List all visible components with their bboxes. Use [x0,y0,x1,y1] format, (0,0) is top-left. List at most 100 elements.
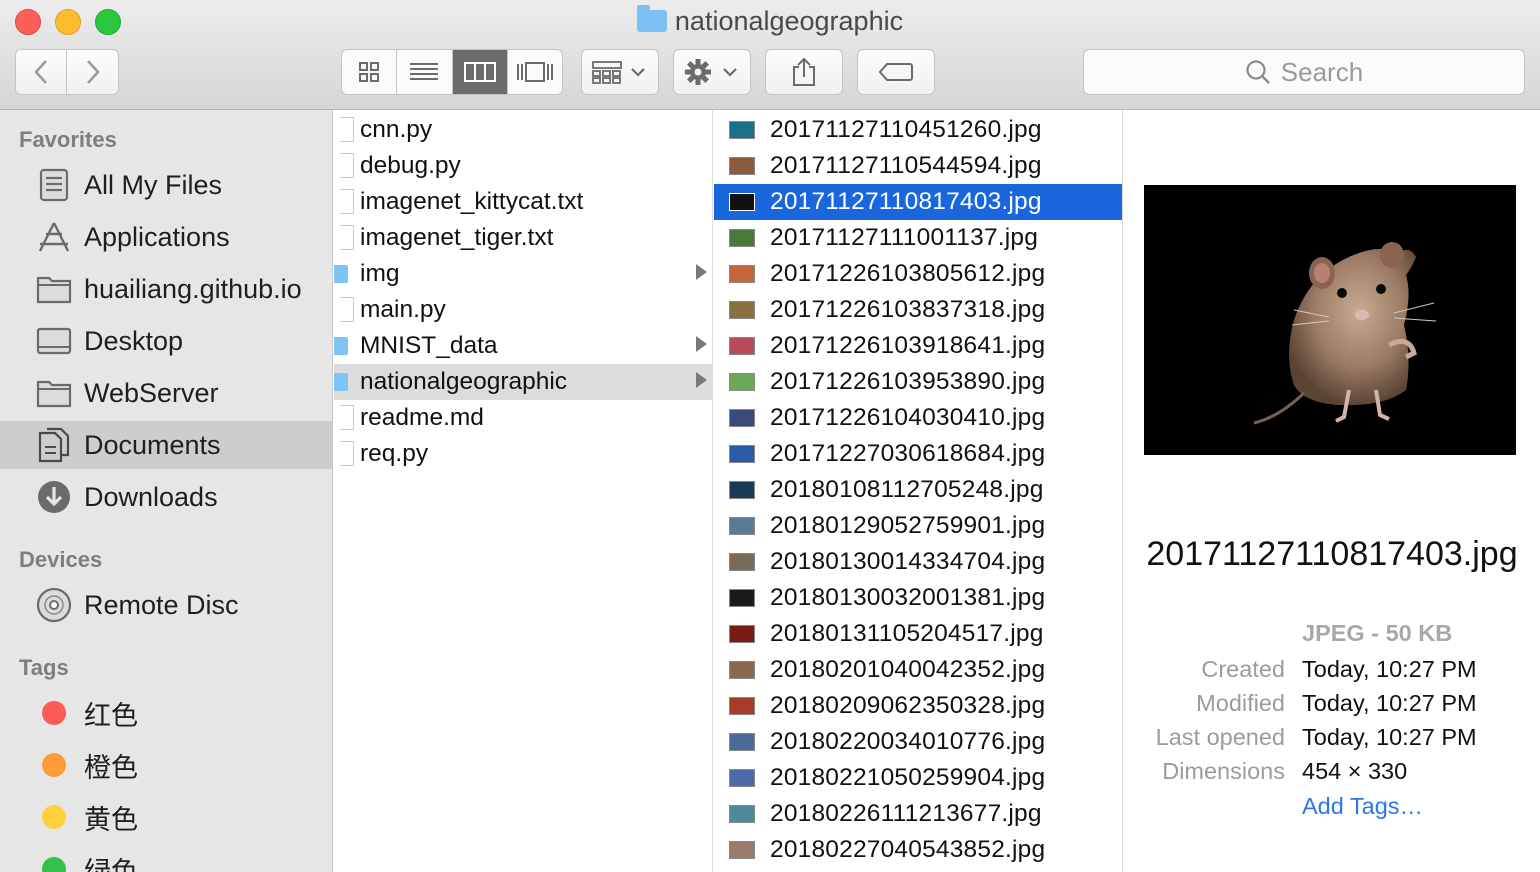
back-chevron-icon [34,60,47,84]
folder-icon [334,373,348,391]
list-item[interactable]: 20171127110451260.jpg [714,112,1122,148]
list-item[interactable]: 20180201040042352.jpg [714,652,1122,688]
list-item[interactable]: 20180226111213677.jpg [714,796,1122,832]
list-item[interactable]: 20180220034010776.jpg [714,724,1122,760]
image-thumbnail-icon [729,373,755,391]
list-item-selected[interactable]: nationalgeographic [334,364,712,400]
file-name: cnn.py [360,116,433,143]
list-item[interactable]: 20171127111001137.jpg [714,220,1122,256]
meta-value-dimensions: 454 × 330 [1302,758,1408,784]
list-item[interactable]: 20171226103953890.jpg [714,364,1122,400]
list-item[interactable]: 20171226104030410.jpg [714,400,1122,436]
meta-value-modified: Today, 10:27 PM [1302,690,1477,716]
forward-button[interactable] [66,49,119,95]
image-thumbnail-icon [729,697,755,715]
sidebar-tag-yellow[interactable]: 黄色 [0,793,332,841]
file-name: nationalgeographic [360,368,568,395]
list-item[interactable]: img [334,256,712,292]
column-view-icon [463,62,496,82]
file-name: main.py [360,296,446,323]
meta-key-modified: Modified [1196,690,1285,716]
sidebar-item-label: WebServer [84,377,219,408]
disclosure-arrow-icon [696,264,707,280]
search-field[interactable]: Search [1083,49,1525,95]
list-item[interactable]: 20171127110544594.jpg [714,148,1122,184]
list-item[interactable]: 20171226103837318.jpg [714,292,1122,328]
desktop-icon [36,323,72,359]
arrange-button[interactable] [581,49,659,95]
list-item[interactable]: imagenet_tiger.txt [334,220,712,256]
sidebar-item-label: 黄色 [84,804,138,835]
sidebar-item-label: 绿色 [84,856,138,872]
add-tags-link[interactable]: Add Tags… [1302,793,1423,820]
search-placeholder: Search [1280,56,1364,87]
image-thumbnail-icon [729,301,755,319]
list-item[interactable]: MNIST_data [334,328,712,364]
icon-view-button[interactable] [342,50,398,94]
edit-tags-button[interactable] [857,49,935,95]
cover-flow-button[interactable] [508,50,562,94]
list-item-selected[interactable]: 20171127110817403.jpg [714,184,1122,220]
share-button[interactable] [765,49,843,95]
sidebar-item-webserver[interactable]: WebServer [0,369,332,417]
back-button[interactable] [15,49,67,95]
window-title-text: nationalgeographic [674,6,904,36]
sidebar-item-all-my-files[interactable]: All My Files [0,161,332,209]
list-item[interactable]: 20180131105204517.jpg [714,616,1122,652]
list-item[interactable]: 20180130014334704.jpg [714,544,1122,580]
list-item[interactable]: 20171226103918641.jpg [714,328,1122,364]
image-thumbnail-icon [729,733,755,751]
file-name: 20171127110817403.jpg [770,188,1042,215]
file-name: 20171226103918641.jpg [770,332,1046,359]
file-name: 20171227030618684.jpg [770,440,1046,467]
folder-icon [36,375,72,411]
column-view-button[interactable] [452,50,508,94]
sidebar-item-label: huailiang.github.io [84,273,302,304]
tag-color-icon [36,851,72,872]
image-thumbnail-icon [729,337,755,355]
icon-view-icon [359,62,380,82]
list-item[interactable]: 20180209062350328.jpg [714,688,1122,724]
list-item[interactable]: 20180108112705248.jpg [714,472,1122,508]
vole-photo-icon [1144,185,1516,455]
image-thumbnail-icon [729,625,755,643]
action-button[interactable] [673,49,751,95]
list-item[interactable]: imagenet_kittycat.txt [334,184,712,220]
sidebar-tag-red[interactable]: 红色 [0,689,332,737]
sidebar-item-desktop[interactable]: Desktop [0,317,332,365]
download-icon [36,479,72,515]
image-thumbnail-icon [729,265,755,283]
sidebar-item-label: 橙色 [84,752,138,783]
sidebar-item-remote-disc[interactable]: Remote Disc [0,581,332,629]
list-item[interactable]: readme.md [334,400,712,436]
disc-icon [36,587,72,623]
sidebar-item-label: Documents [84,429,221,460]
list-view-icon [410,63,439,80]
sidebar-item-downloads[interactable]: Downloads [0,473,332,521]
list-item[interactable]: 20171226103805612.jpg [714,256,1122,292]
list-item[interactable]: 20180221050259904.jpg [714,760,1122,796]
file-name: 20180131105204517.jpg [770,620,1044,647]
list-item[interactable]: 20180227040543852.jpg [714,832,1122,868]
sidebar-item-documents[interactable]: Documents [0,421,332,469]
image-thumbnail-icon [729,445,755,463]
list-item[interactable]: req.py [334,436,712,472]
sidebar-item-applications[interactable]: Applications [0,213,332,261]
file-name: 20171226103805612.jpg [770,260,1046,287]
image-thumbnail-icon [729,841,755,859]
list-item[interactable]: 20180129052759901.jpg [714,508,1122,544]
list-item[interactable]: cnn.py [334,112,712,148]
sidebar-tag-green[interactable]: 绿色 [0,845,332,872]
file-name: MNIST_data [360,332,498,359]
list-view-button[interactable] [397,50,453,94]
sidebar-tag-orange[interactable]: 橙色 [0,741,332,789]
list-item[interactable]: 20171227030618684.jpg [714,436,1122,472]
file-name: 20180226111213677.jpg [770,800,1042,827]
list-item[interactable]: debug.py [334,148,712,184]
sidebar-item-huailiang[interactable]: huailiang.github.io [0,265,332,313]
list-item[interactable]: main.py [334,292,712,328]
list-item[interactable]: 20180130032001381.jpg [714,580,1122,616]
column-nationalgeographic: 20171127110451260.jpg 20171127110544594.… [714,110,1123,872]
sidebar-item-label: Downloads [84,481,218,512]
file-name: 20180227040543852.jpg [770,836,1046,863]
